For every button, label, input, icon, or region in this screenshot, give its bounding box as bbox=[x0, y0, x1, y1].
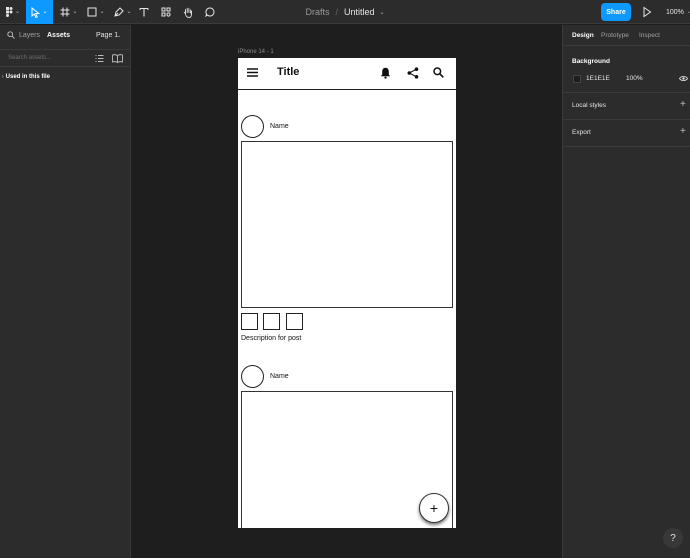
search-icon[interactable] bbox=[433, 67, 444, 78]
app-title: Title bbox=[277, 66, 300, 78]
resources-button[interactable] bbox=[159, 0, 173, 24]
help-button[interactable]: ? bbox=[663, 528, 683, 548]
shape-tool-button[interactable]: ⌄ bbox=[85, 0, 107, 24]
chevron-down-icon[interactable]: ⌄ bbox=[117, 33, 121, 39]
post-author-name: Name bbox=[270, 373, 289, 380]
used-in-file-section[interactable]: › Used in this file bbox=[2, 74, 50, 80]
avatar[interactable] bbox=[241, 365, 264, 388]
tab-inspect[interactable]: Inspect bbox=[639, 32, 660, 39]
section-title: Used in this file bbox=[5, 74, 51, 80]
breadcrumb-folder[interactable]: Drafts bbox=[305, 7, 329, 17]
assets-search-input[interactable]: Search assets... bbox=[8, 55, 51, 61]
tab-layers[interactable]: Layers bbox=[19, 32, 40, 39]
left-panel: Layers Assets Page 1 ⌄ Search assets... … bbox=[0, 25, 131, 558]
post-description: Description for post bbox=[241, 335, 302, 342]
library-book-icon[interactable] bbox=[112, 54, 123, 63]
frame-icon bbox=[60, 7, 70, 17]
frame-label[interactable]: iPhone 14 - 1 bbox=[238, 49, 274, 55]
post-action-button[interactable] bbox=[286, 313, 303, 330]
breadcrumb-separator: / bbox=[335, 7, 338, 17]
move-tool-button[interactable]: ⌄ bbox=[26, 0, 53, 24]
text-tool-button[interactable] bbox=[137, 0, 151, 24]
left-panel-tabs: Layers Assets Page 1 ⌄ bbox=[0, 25, 131, 46]
top-toolbar: ⌄ ⌄ ⌄ ⌄ ⌄ Drafts / Untitled ⌄ Share 100%… bbox=[0, 0, 690, 24]
background-section-title: Background bbox=[572, 58, 610, 65]
chevron-down-icon: ⌄ bbox=[42, 9, 48, 15]
add-export-plus-icon[interactable]: + bbox=[680, 127, 686, 137]
background-color-swatch[interactable] bbox=[573, 75, 581, 83]
assets-search-bar: Search assets... bbox=[0, 49, 131, 67]
chevron-down-icon: ⌄ bbox=[72, 9, 78, 15]
resources-icon bbox=[161, 7, 171, 17]
comment-tool-button[interactable] bbox=[203, 0, 217, 24]
share-icon[interactable] bbox=[407, 67, 419, 79]
chevron-down-icon[interactable]: ⌄ bbox=[380, 9, 385, 16]
chevron-down-icon: ⌄ bbox=[99, 9, 105, 15]
cursor-icon bbox=[31, 6, 41, 18]
add-post-fab[interactable]: + bbox=[419, 493, 449, 523]
file-name[interactable]: Untitled bbox=[344, 7, 375, 17]
figma-logo-icon bbox=[5, 7, 13, 17]
page-selector[interactable]: Page 1 bbox=[96, 32, 118, 39]
divider bbox=[563, 92, 690, 93]
chevron-down-icon: ⌄ bbox=[126, 9, 132, 15]
search-icon[interactable] bbox=[7, 31, 15, 39]
export-title: Export bbox=[572, 129, 591, 136]
divider bbox=[563, 146, 690, 147]
post-action-button[interactable] bbox=[263, 313, 280, 330]
right-panel-tabs: Design Prototype Inspect bbox=[563, 25, 690, 46]
zoom-dropdown[interactable]: 100% ⌄ bbox=[666, 0, 690, 24]
iphone-frame[interactable]: Title Name Description for post Name + bbox=[238, 58, 456, 528]
eye-icon[interactable] bbox=[679, 75, 688, 82]
hamburger-menu-icon[interactable] bbox=[247, 68, 258, 77]
rectangle-icon bbox=[87, 7, 97, 17]
text-icon bbox=[139, 7, 149, 17]
divider bbox=[563, 119, 690, 120]
background-hex-input[interactable]: 1E1E1E bbox=[586, 75, 610, 82]
avatar[interactable] bbox=[241, 115, 264, 138]
tab-assets[interactable]: Assets bbox=[47, 32, 70, 39]
pen-icon bbox=[114, 7, 125, 17]
app-bar: Title bbox=[238, 58, 456, 90]
zoom-level: 100% bbox=[666, 8, 684, 16]
pen-tool-button[interactable]: ⌄ bbox=[112, 0, 134, 24]
hand-icon bbox=[183, 7, 192, 18]
post-image-placeholder bbox=[241, 141, 453, 308]
hand-tool-button[interactable] bbox=[181, 0, 195, 24]
add-style-plus-icon[interactable]: + bbox=[680, 100, 686, 110]
share-button[interactable]: Share bbox=[601, 3, 631, 21]
chevron-down-icon: ⌄ bbox=[14, 9, 21, 15]
local-styles-title: Local styles bbox=[572, 102, 606, 109]
post-action-button[interactable] bbox=[241, 313, 258, 330]
main-menu-button[interactable]: ⌄ bbox=[4, 0, 22, 24]
background-opacity-input[interactable]: 100% bbox=[626, 75, 643, 82]
play-icon[interactable] bbox=[642, 6, 652, 18]
comment-icon bbox=[205, 7, 215, 17]
list-view-icon[interactable] bbox=[95, 54, 104, 63]
chevron-right-icon: › bbox=[2, 74, 4, 80]
bell-icon[interactable] bbox=[380, 67, 391, 79]
tab-design[interactable]: Design bbox=[572, 32, 594, 39]
post-author-name: Name bbox=[270, 123, 289, 130]
tab-prototype[interactable]: Prototype bbox=[601, 32, 629, 39]
right-panel: Design Prototype Inspect Background 1E1E… bbox=[562, 25, 690, 558]
frame-tool-button[interactable]: ⌄ bbox=[58, 0, 80, 24]
